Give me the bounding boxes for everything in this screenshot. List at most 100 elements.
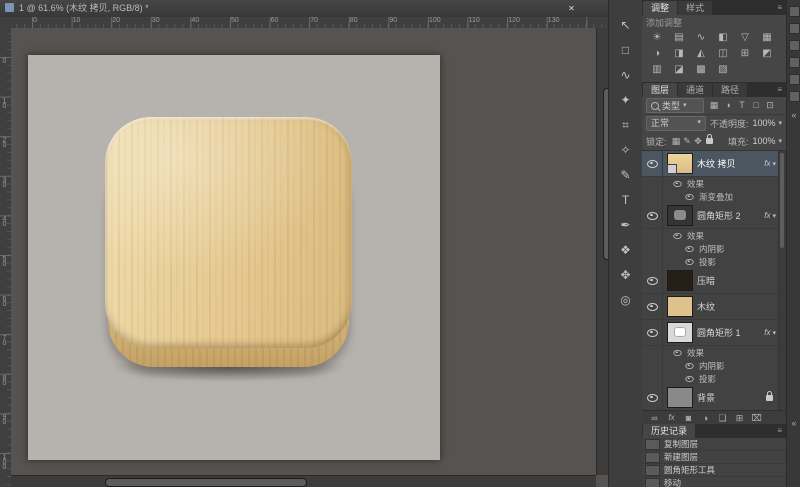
- layer-thumbnail[interactable]: [667, 270, 693, 291]
- black-white-icon[interactable]: ◨: [668, 46, 690, 62]
- layer-fx-indicator[interactable]: fx: [764, 159, 772, 168]
- layer-row[interactable]: 圆角矩形 1fx▾: [642, 320, 779, 346]
- move-tool-icon[interactable]: ↖: [614, 13, 638, 37]
- effect-eye-icon[interactable]: [685, 246, 693, 252]
- new-layer-icon[interactable]: ⊞: [733, 411, 746, 425]
- visibility-toggle[interactable]: [642, 151, 663, 176]
- effect-item-row[interactable]: 投影: [642, 255, 779, 268]
- effect-item-row[interactable]: 投影: [642, 372, 779, 385]
- layer-fx-indicator[interactable]: fx: [764, 211, 772, 220]
- expand-panels-icon[interactable]: «: [787, 110, 800, 120]
- filter-pixel-layers-icon[interactable]: ▦: [707, 100, 721, 111]
- layer-fx-indicator[interactable]: fx: [764, 328, 772, 337]
- collapsed-panel-icon[interactable]: [789, 57, 800, 68]
- tab-layers[interactable]: 图层: [643, 83, 677, 97]
- blend-mode-select[interactable]: 正常 ▾: [646, 116, 706, 131]
- tab-adjustments[interactable]: 调整: [643, 1, 677, 15]
- scrollbar-thumb[interactable]: [780, 153, 784, 248]
- quick-selection-tool-icon[interactable]: ✦: [614, 88, 638, 112]
- visibility-toggle[interactable]: [642, 385, 663, 410]
- selective-color-icon[interactable]: ▧: [712, 62, 734, 78]
- collapsed-panel-icon[interactable]: [789, 23, 800, 34]
- collapsed-panel-icon[interactable]: [789, 74, 800, 85]
- effect-item-row[interactable]: 内阴影: [642, 359, 779, 372]
- close-icon[interactable]: ✕: [566, 3, 577, 14]
- pen-tool-icon[interactable]: ✒: [614, 213, 638, 237]
- brush-tool-icon[interactable]: ✎: [614, 163, 638, 187]
- tab-channels[interactable]: 通道: [678, 83, 712, 97]
- effects-header-row[interactable]: 效果: [642, 346, 779, 359]
- collapsed-panel-icon[interactable]: [789, 40, 800, 51]
- posterize-icon[interactable]: ▥: [646, 62, 668, 78]
- zoom-tool-icon[interactable]: ◎: [614, 288, 638, 312]
- lasso-tool-icon[interactable]: ∿: [614, 63, 638, 87]
- visibility-toggle[interactable]: [642, 320, 663, 345]
- eyedropper-tool-icon[interactable]: ✧: [614, 138, 638, 162]
- effect-eye-icon[interactable]: [685, 259, 693, 265]
- layer-thumbnail[interactable]: [667, 322, 693, 343]
- panel-menu-icon[interactable]: ≡: [777, 427, 782, 435]
- tab-history[interactable]: 历史记录: [643, 424, 695, 438]
- collapsed-panel-icon[interactable]: [789, 91, 800, 102]
- visibility-toggle[interactable]: [642, 294, 663, 319]
- photo-filter-icon[interactable]: ◭: [690, 46, 712, 62]
- filter-adjustment-layers-icon[interactable]: ◑: [721, 100, 735, 111]
- layer-mask-icon[interactable]: ◙: [682, 411, 695, 425]
- curves-icon[interactable]: ∿: [690, 30, 712, 46]
- canvas-area[interactable]: [11, 28, 596, 475]
- filter-type-layers-icon[interactable]: T: [735, 100, 749, 111]
- 3d-tool-icon[interactable]: ❖: [614, 238, 638, 262]
- collapsed-panel-icon[interactable]: [789, 6, 800, 17]
- layer-thumbnail[interactable]: [667, 296, 693, 317]
- canvas-horizontal-scrollbar[interactable]: [11, 475, 596, 487]
- filter-shape-layers-icon[interactable]: □: [749, 100, 763, 111]
- lock-all-icon[interactable]: [706, 138, 713, 144]
- layer-row[interactable]: 木纹: [642, 294, 779, 320]
- expand-panels-icon-bottom[interactable]: «: [787, 418, 800, 428]
- levels-icon[interactable]: ▤: [668, 30, 690, 46]
- exposure-icon[interactable]: ◧: [712, 30, 734, 46]
- layer-row[interactable]: 圆角矩形 2fx▾: [642, 203, 779, 229]
- fill-value[interactable]: 100% ▾: [752, 136, 782, 146]
- threshold-icon[interactable]: ◪: [668, 62, 690, 78]
- marquee-tool-icon[interactable]: □: [614, 38, 638, 62]
- history-step-duplicate-layer[interactable]: 复制图层: [642, 438, 786, 451]
- lock-transparency-icon[interactable]: ▦: [671, 136, 682, 147]
- lock-position-icon[interactable]: ✥: [693, 136, 704, 147]
- color-balance-icon[interactable]: ◑: [646, 46, 668, 62]
- lock-pixels-icon[interactable]: ✎: [682, 136, 693, 147]
- visibility-toggle[interactable]: [642, 268, 663, 293]
- layer-filter-select[interactable]: 类型 ▾: [646, 98, 704, 113]
- opacity-value[interactable]: 100% ▾: [752, 118, 782, 128]
- panel-menu-icon[interactable]: ≡: [777, 4, 782, 12]
- vibrance-icon[interactable]: ▽: [734, 30, 756, 46]
- gradient-map-icon[interactable]: ▩: [690, 62, 712, 78]
- effect-eye-icon[interactable]: [673, 181, 681, 187]
- effect-item-row[interactable]: 渐变叠加: [642, 190, 779, 203]
- effect-eye-icon[interactable]: [685, 363, 693, 369]
- hue-saturation-icon[interactable]: ▦: [756, 30, 778, 46]
- tab-styles[interactable]: 样式: [678, 1, 712, 15]
- effect-eye-icon[interactable]: [685, 194, 693, 200]
- layers-scrollbar[interactable]: [778, 151, 786, 411]
- layer-row[interactable]: 木纹 拷贝fx▾: [642, 151, 779, 177]
- layer-thumbnail[interactable]: [667, 153, 693, 174]
- channel-mixer-icon[interactable]: ◫: [712, 46, 734, 62]
- effects-header-row[interactable]: 效果: [642, 177, 779, 190]
- effect-eye-icon[interactable]: [685, 376, 693, 382]
- artboard[interactable]: [28, 55, 440, 460]
- layer-thumbnail[interactable]: [667, 205, 693, 226]
- color-lookup-icon[interactable]: ⊞: [734, 46, 756, 62]
- effect-eye-icon[interactable]: [673, 233, 681, 239]
- adjustment-layer-icon[interactable]: ◑: [699, 411, 712, 425]
- layer-style-icon[interactable]: fx: [665, 411, 678, 425]
- layer-thumbnail[interactable]: [667, 387, 693, 408]
- effects-header-row[interactable]: 效果: [642, 229, 779, 242]
- history-step-new-layer[interactable]: 新建图层: [642, 451, 786, 464]
- link-layers-icon[interactable]: ∞: [648, 411, 661, 425]
- filter-smart-objects-icon[interactable]: ⊡: [763, 100, 777, 111]
- type-tool-icon[interactable]: T: [614, 188, 638, 212]
- hand-tool-icon[interactable]: ✥: [614, 263, 638, 287]
- crop-tool-icon[interactable]: ⌗: [614, 113, 638, 137]
- delete-layer-icon[interactable]: ⌧: [750, 411, 763, 425]
